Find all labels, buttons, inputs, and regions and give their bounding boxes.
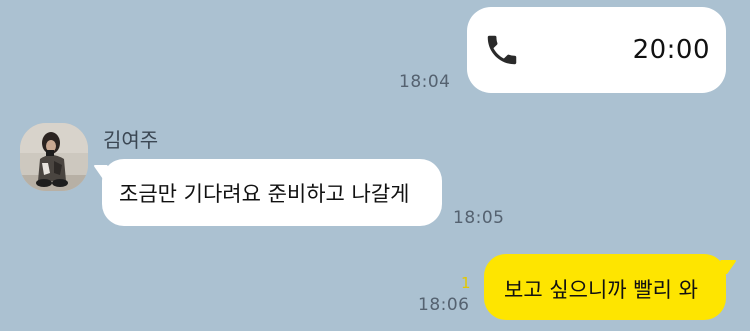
message-time: 18:04 [399,72,451,92]
profile-photo [20,123,88,191]
message-time: 18:05 [453,208,505,228]
phone-icon [487,35,517,65]
outgoing-message-bubble[interactable]: 보고 싶으니까 빨리 와 [484,254,726,320]
sender-name: 김여주 [103,128,159,152]
call-message-bubble[interactable]: 20:00 [467,7,726,93]
message-text: 조금만 기다려요 준비하고 나갈게 [119,182,410,206]
avatar[interactable] [20,123,88,191]
message-time: 18:06 [418,295,470,315]
incoming-message-bubble[interactable]: 조금만 기다려요 준비하고 나갈게 [102,159,442,226]
unread-count-badge: 1 [461,274,471,292]
call-duration: 20:00 [632,35,710,65]
message-text: 보고 싶으니까 빨리 와 [504,278,698,302]
